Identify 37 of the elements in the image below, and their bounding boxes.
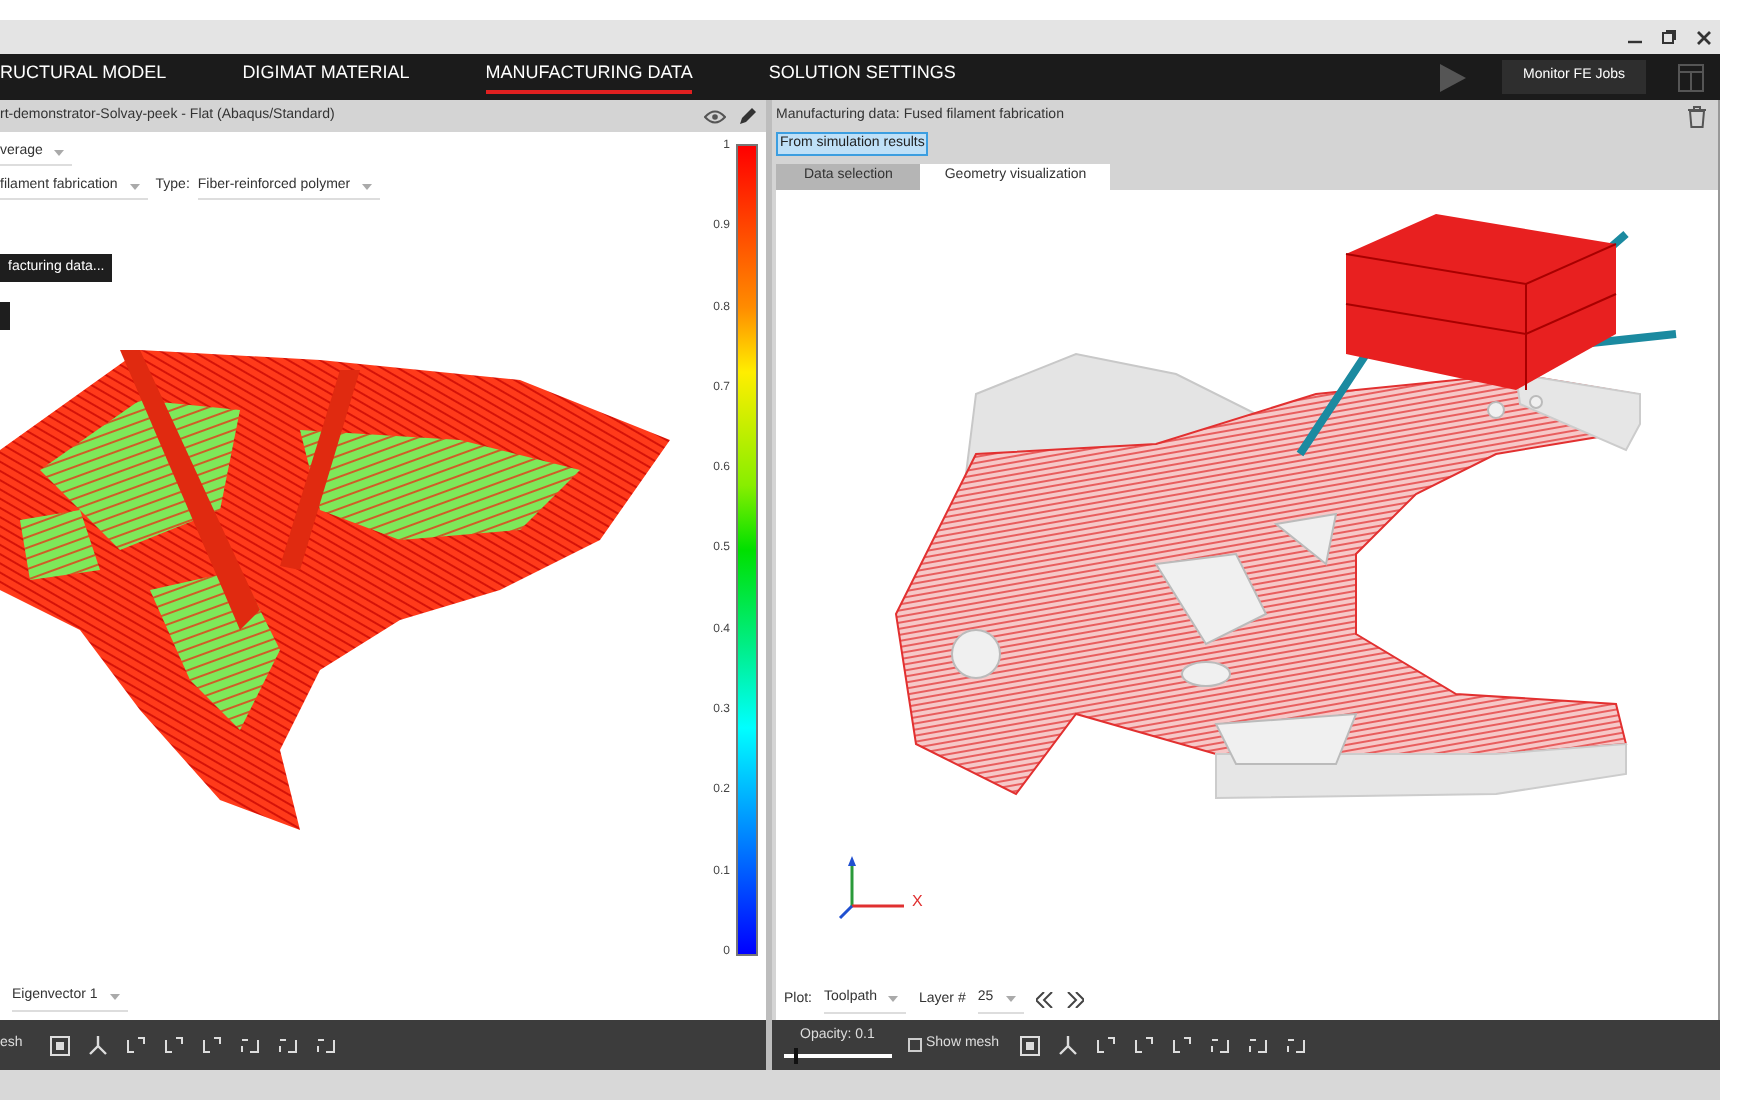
caret-icon bbox=[888, 996, 899, 1002]
axis-label: X bbox=[912, 890, 923, 914]
view-icon[interactable] bbox=[1209, 1035, 1230, 1055]
opacity-slider[interactable] bbox=[784, 1047, 892, 1064]
view-icon[interactable] bbox=[1133, 1035, 1154, 1055]
trash-icon[interactable] bbox=[1688, 105, 1706, 127]
close-icon[interactable] bbox=[1696, 29, 1712, 45]
view-icon[interactable] bbox=[240, 1035, 261, 1055]
previous-layer-icon[interactable] bbox=[1035, 992, 1054, 1008]
caret-icon bbox=[109, 994, 120, 1000]
view-icon[interactable] bbox=[1095, 1035, 1116, 1055]
view-icon[interactable] bbox=[316, 1035, 337, 1055]
nav-tab[interactable]: RUCTURAL MODEL bbox=[0, 60, 167, 94]
nav-tab[interactable]: SOLUTION SETTINGS bbox=[768, 60, 956, 94]
view-icon[interactable] bbox=[1171, 1035, 1192, 1055]
view-icon[interactable] bbox=[278, 1035, 299, 1055]
caret-icon bbox=[129, 183, 140, 189]
eye-icon[interactable] bbox=[704, 109, 726, 123]
view-icon[interactable] bbox=[202, 1035, 223, 1055]
restore-icon[interactable] bbox=[1662, 30, 1676, 44]
slider-thumb[interactable] bbox=[794, 1047, 799, 1064]
view-icon[interactable] bbox=[1285, 1035, 1306, 1055]
axes-icon[interactable] bbox=[88, 1035, 109, 1055]
show-mesh-checkbox[interactable] bbox=[908, 1038, 922, 1052]
view-icon[interactable] bbox=[126, 1035, 147, 1055]
view-cube-icon[interactable] bbox=[1019, 1035, 1040, 1055]
pencil-icon[interactable] bbox=[738, 106, 758, 126]
next-layer-icon[interactable] bbox=[1065, 992, 1084, 1008]
axes-icon[interactable] bbox=[1057, 1035, 1078, 1055]
caret-icon bbox=[54, 149, 65, 155]
caret-icon bbox=[1005, 996, 1016, 1002]
nav-tab[interactable]: MANUFACTURING DATA bbox=[485, 60, 693, 94]
nav-tab[interactable]: DIGIMAT MATERIAL bbox=[242, 60, 410, 94]
view-icon[interactable] bbox=[164, 1035, 185, 1055]
view-cube-icon[interactable] bbox=[50, 1035, 71, 1055]
caret-icon bbox=[362, 183, 373, 189]
view-icon[interactable] bbox=[1247, 1035, 1268, 1055]
